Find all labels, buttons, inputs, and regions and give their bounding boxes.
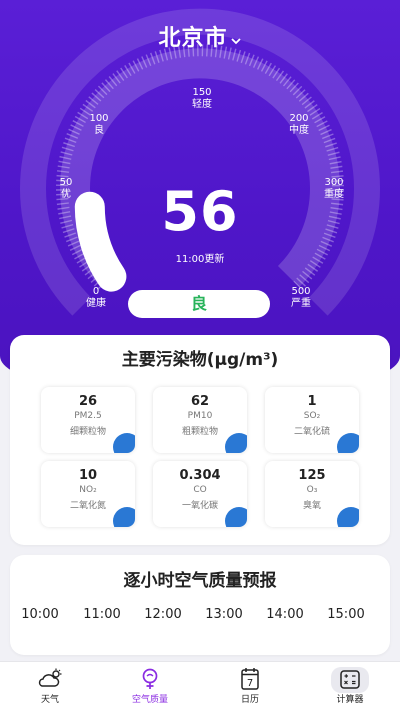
tick-500: 500 严重 xyxy=(291,286,311,309)
weather-icon xyxy=(36,667,64,691)
calendar-icon: 7 xyxy=(236,667,264,691)
pollutant-tile-pm25[interactable]: 26 PM2.5 细颗粒物 xyxy=(41,387,135,453)
tile-accent-shape xyxy=(225,433,247,453)
hour-label: 13:00 xyxy=(205,607,243,622)
pollutant-tile-o3[interactable]: 125 O₃ 臭氧 xyxy=(265,461,359,527)
nav-label: 空气质量 xyxy=(131,695,168,705)
tick-200: 200 中度 xyxy=(289,113,309,136)
nav-label: 天气 xyxy=(40,695,59,705)
hourly-forecast-card: 逐小时空气质量预报 10:00 11:00 12:00 13:00 14:00 … xyxy=(10,555,390,655)
pollutants-card: 主要污染物(μg/m³) 26 PM2.5 细颗粒物 62 PM10 粗颗粒物 … xyxy=(10,335,390,545)
hour-label: 11:00 xyxy=(83,607,121,622)
pollutant-tile-co[interactable]: 0.304 CO 一氧化碳 xyxy=(153,461,247,527)
tile-accent-shape xyxy=(113,507,135,527)
tile-accent-shape xyxy=(337,507,359,527)
tick-150: 150 轻度 xyxy=(192,87,212,110)
pollutant-tile-no2[interactable]: 10 NO₂ 二氧化氮 xyxy=(41,461,135,527)
nav-label: 日历 xyxy=(240,695,259,705)
hour-label: 15:00 xyxy=(327,607,365,622)
aqi-value: 56 xyxy=(161,180,239,243)
hour-label: 12:00 xyxy=(144,607,182,622)
pollutant-tile-pm10[interactable]: 62 PM10 粗颗粒物 xyxy=(153,387,247,453)
nav-tab-calendar[interactable]: 7 日历 xyxy=(200,662,300,712)
nav-label: 计算器 xyxy=(336,695,364,705)
tile-accent-shape xyxy=(225,507,247,527)
nav-tab-air-quality[interactable]: 空气质量 xyxy=(100,662,200,712)
pollutant-tile-so2[interactable]: 1 SO₂ 二氧化硫 xyxy=(265,387,359,453)
updated-time: 11:00更新 xyxy=(175,254,225,265)
tick-100: 100 良 xyxy=(89,113,109,136)
tile-accent-shape xyxy=(113,433,135,453)
aqi-gauge xyxy=(20,8,380,316)
hour-label: 14:00 xyxy=(266,607,304,622)
tick-0: 0 健康 xyxy=(86,286,106,309)
bottom-nav: 天气 空气质量 7 日历 计算器 xyxy=(0,661,400,712)
hourly-title: 逐小时空气质量预报 xyxy=(123,571,277,591)
tile-accent-shape xyxy=(337,433,359,453)
hour-label: 10:00 xyxy=(21,607,59,622)
calendar-day: 7 xyxy=(247,678,253,689)
nav-tab-calculator[interactable]: 计算器 xyxy=(300,662,400,712)
calculator-icon xyxy=(336,667,364,691)
pollutants-title: 主要污染物(μg/m³) xyxy=(121,350,279,370)
aqi-level-badge: 良 xyxy=(128,290,270,318)
air-quality-icon xyxy=(136,667,164,691)
nav-tab-weather[interactable]: 天气 xyxy=(0,662,100,712)
